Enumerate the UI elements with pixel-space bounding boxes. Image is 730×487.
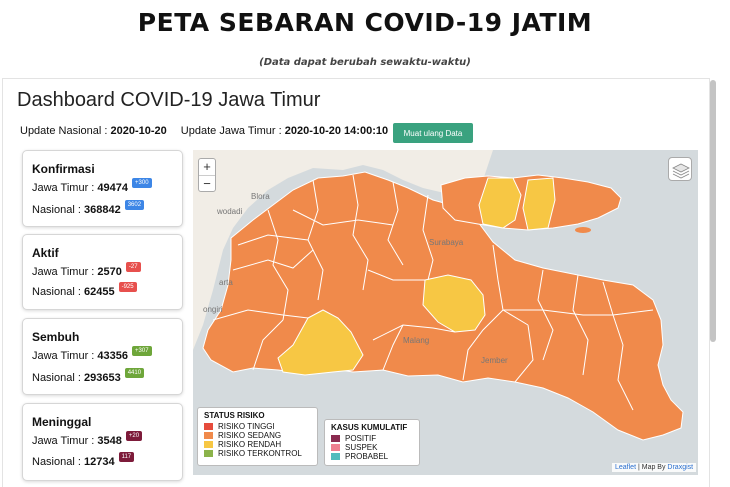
map-label-wodadi: wodadi bbox=[217, 207, 243, 216]
card-nasional-line: Nasional : 62455 -925 bbox=[32, 282, 137, 299]
island-east-2 bbox=[587, 214, 599, 218]
layers-icon bbox=[672, 163, 690, 179]
legend-item: POSITIF bbox=[331, 434, 413, 443]
card-meninggal: Meninggal Jawa Timur : 3548 +20 Nasional … bbox=[22, 403, 183, 481]
nasional-delta-badge: 3602 bbox=[124, 200, 145, 210]
legend-swatch bbox=[331, 453, 340, 460]
card-sembuh: Sembuh Jawa Timur : 43356 +307 Nasional :… bbox=[22, 318, 183, 395]
legend-swatch bbox=[204, 423, 213, 430]
page-title: PETA SEBARAN COVID-19 JATIM bbox=[137, 8, 593, 37]
jatim-delta-badge: +307 bbox=[132, 346, 152, 356]
nasional-delta-badge: 4410 bbox=[124, 368, 145, 378]
nasional-value: 368842 bbox=[83, 204, 121, 216]
jatim-delta-badge: +300 bbox=[132, 178, 152, 188]
zoom-control: + − bbox=[198, 158, 216, 192]
island-east-1 bbox=[575, 227, 591, 233]
region-rendah-madura-1[interactable] bbox=[478, 177, 522, 229]
legend-kasus-kumulatif: KASUS KUMULATIF POSITIF SUSPEK PROBABEL bbox=[324, 419, 420, 466]
legend-item: RISIKO SEDANG bbox=[204, 431, 311, 440]
jatim-value: 2570 bbox=[97, 266, 122, 278]
card-title: Sembuh bbox=[32, 330, 80, 344]
map-attribution: Leaflet | Map By Draxgist bbox=[612, 463, 697, 472]
update-row: Update Nasional : 2020-10-20 Update Jawa… bbox=[20, 125, 388, 137]
legend-title: KASUS KUMULATIF bbox=[331, 423, 408, 432]
jatim-label: Jawa Timur : bbox=[32, 182, 95, 194]
legend-swatch bbox=[204, 432, 213, 439]
nasional-label: Nasional : bbox=[32, 204, 81, 216]
legend-status-risiko: STATUS RISIKO RISIKO TINGGI RISIKO SEDAN… bbox=[197, 407, 318, 466]
nasional-value: 12734 bbox=[83, 456, 115, 468]
map-label-blora: Blora bbox=[251, 192, 270, 201]
legend-label: RISIKO RENDAH bbox=[218, 440, 282, 449]
legend-swatch bbox=[204, 441, 213, 448]
nasional-delta-badge: -925 bbox=[118, 282, 137, 292]
card-konfirmasi: Konfirmasi Jawa Timur : 49474 +300 Nasion… bbox=[22, 150, 183, 227]
legend-label: PROBABEL bbox=[345, 452, 389, 461]
nasional-label: Nasional : bbox=[32, 372, 81, 384]
legend-label: RISIKO TINGGI bbox=[218, 422, 275, 431]
update-nasional-value: 2020-10-20 bbox=[110, 125, 167, 137]
jatim-value: 3548 bbox=[97, 435, 122, 447]
legend-label: RISIKO TERKONTROL bbox=[218, 449, 302, 458]
legend-swatch bbox=[331, 435, 340, 442]
update-nasional-label: Update Nasional : bbox=[20, 125, 108, 137]
legend-item: RISIKO RENDAH bbox=[204, 440, 311, 449]
nasional-label: Nasional : bbox=[32, 456, 81, 468]
draxgist-link[interactable]: Draxgist bbox=[667, 464, 693, 471]
scrollbar[interactable] bbox=[710, 80, 716, 342]
zoom-out-button[interactable]: − bbox=[199, 176, 215, 192]
legend-item: RISIKO TERKONTROL bbox=[204, 449, 311, 458]
nasional-label: Nasional : bbox=[32, 286, 81, 298]
legend-swatch bbox=[331, 444, 340, 451]
nasional-value: 293653 bbox=[83, 372, 121, 384]
card-jatim-line: Jawa Timur : 2570 -27 bbox=[32, 262, 141, 279]
reload-data-button[interactable]: Muat ulang Data bbox=[393, 123, 473, 143]
nasional-delta-badge: 117 bbox=[118, 452, 135, 462]
legend-item: SUSPEK bbox=[331, 443, 413, 452]
update-jatim-label: Update Jawa Timur : bbox=[180, 125, 282, 137]
map-label-ongiri: ongiri bbox=[203, 305, 223, 314]
map-label-malang: Malang bbox=[403, 336, 430, 345]
card-jatim-line: Jawa Timur : 49474 +300 bbox=[32, 178, 152, 195]
card-nasional-line: Nasional : 12734 117 bbox=[32, 452, 135, 469]
legend-label: POSITIF bbox=[345, 434, 377, 443]
nasional-value: 62455 bbox=[83, 286, 115, 298]
jatim-value: 43356 bbox=[97, 350, 129, 362]
jatim-delta-badge: +20 bbox=[125, 431, 143, 441]
legend-label: RISIKO SEDANG bbox=[218, 431, 282, 440]
update-jatim-value: 2020-10-20 14:00:10 bbox=[284, 125, 389, 137]
legend-title: STATUS RISIKO bbox=[204, 411, 265, 420]
jatim-label: Jawa Timur : bbox=[32, 266, 95, 278]
card-nasional-line: Nasional : 368842 3602 bbox=[32, 200, 145, 217]
card-jatim-line: Jawa Timur : 43356 +307 bbox=[32, 346, 152, 363]
attribution-separator: | Map By bbox=[636, 464, 668, 471]
legend-item: RISIKO TINGGI bbox=[204, 422, 311, 431]
legend-label: SUSPEK bbox=[345, 443, 378, 452]
card-aktif: Aktif Jawa Timur : 2570 -27 Nasional : 62… bbox=[22, 234, 183, 310]
card-title: Aktif bbox=[32, 246, 59, 260]
jatim-value: 49474 bbox=[97, 182, 129, 194]
legend-swatch bbox=[204, 450, 213, 457]
leaflet-link[interactable]: Leaflet bbox=[615, 464, 636, 471]
page-subtitle: (Data dapat berubah sewaktu-waktu) bbox=[259, 57, 471, 68]
zoom-in-button[interactable]: + bbox=[199, 159, 215, 175]
card-title: Konfirmasi bbox=[32, 162, 95, 176]
card-jatim-line: Jawa Timur : 3548 +20 bbox=[32, 431, 143, 448]
jatim-label: Jawa Timur : bbox=[32, 435, 95, 447]
map-label-arta: arta bbox=[219, 278, 233, 287]
card-title: Meninggal bbox=[32, 415, 92, 429]
map-label-jember: Jember bbox=[481, 356, 508, 365]
card-nasional-line: Nasional : 293653 4410 bbox=[32, 368, 145, 385]
legend-item: PROBABEL bbox=[331, 452, 413, 461]
jatim-delta-badge: -27 bbox=[125, 262, 141, 272]
jatim-label: Jawa Timur : bbox=[32, 350, 95, 362]
dashboard-title: Dashboard COVID-19 Jawa Timur bbox=[17, 89, 321, 111]
map-label-surabaya: Surabaya bbox=[429, 238, 464, 247]
layers-button[interactable] bbox=[668, 157, 692, 181]
